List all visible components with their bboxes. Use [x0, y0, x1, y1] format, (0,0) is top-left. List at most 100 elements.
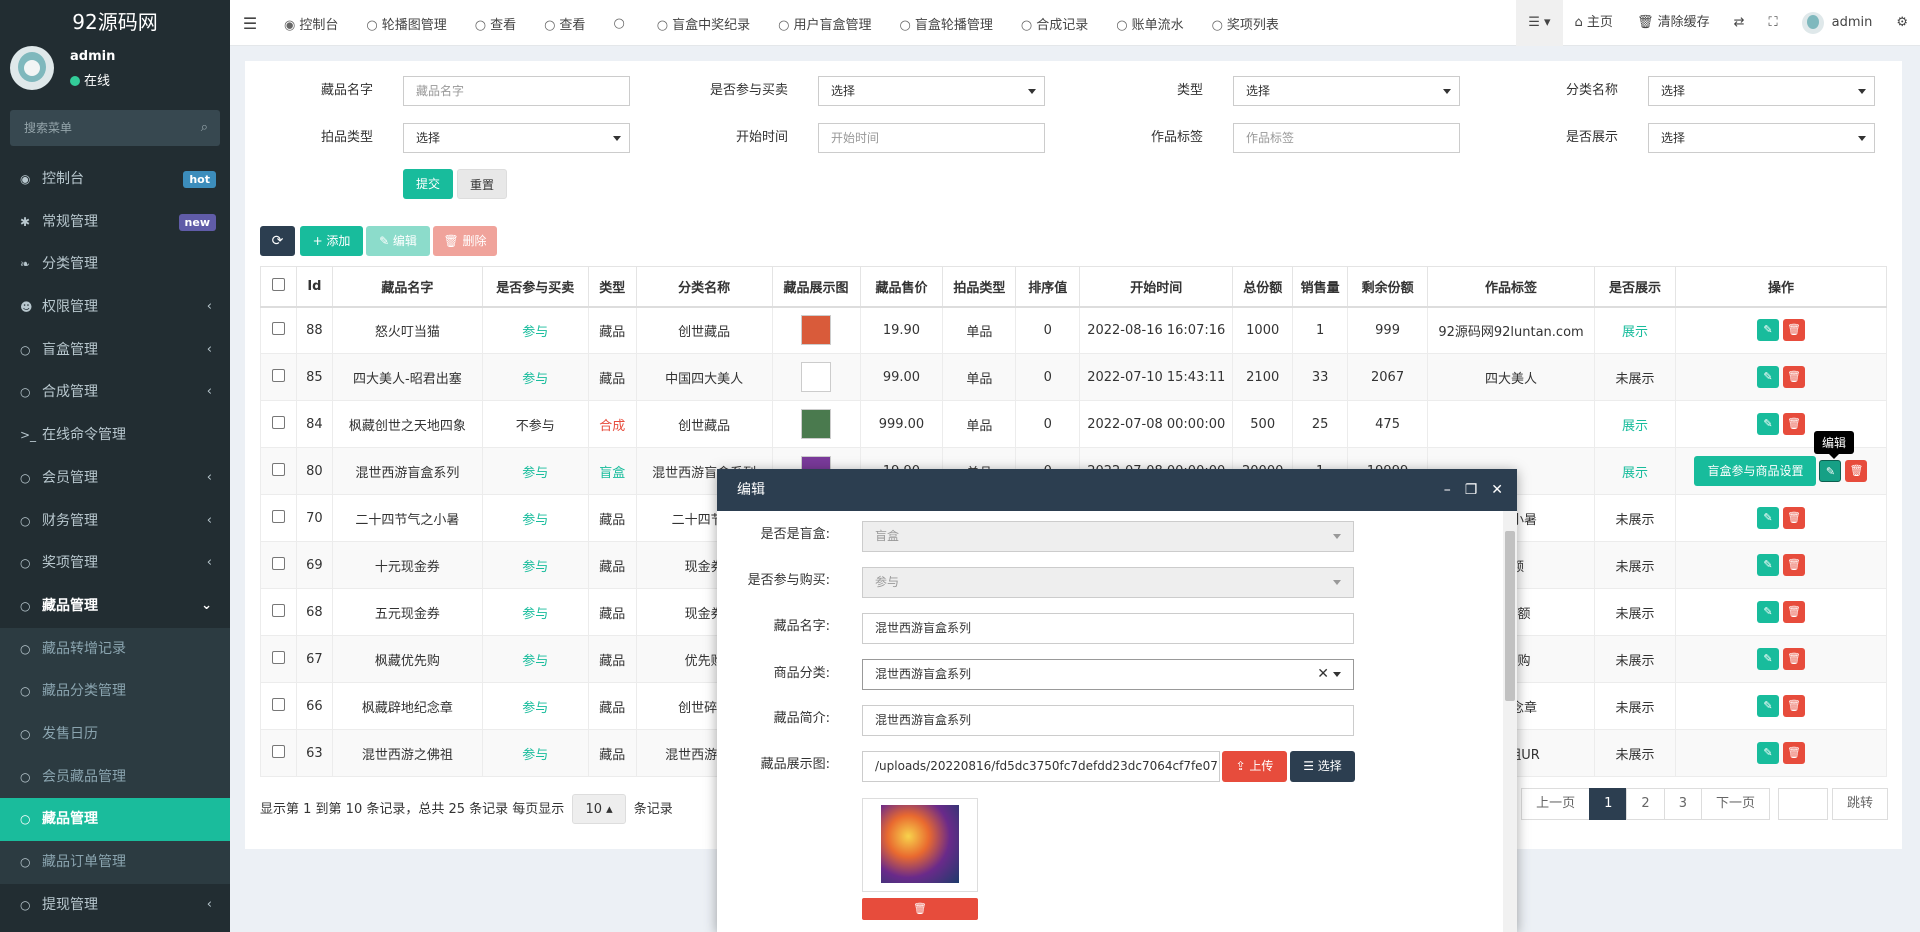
row-thumbnail[interactable]	[801, 315, 832, 346]
cell-show[interactable]: 未展示	[1593, 353, 1676, 401]
nav-tab[interactable]: ○ 合成记录	[1007, 14, 1102, 33]
sidebar-item[interactable]: ○ 发售日历	[0, 713, 230, 756]
modal-scrollbar[interactable]	[1503, 511, 1517, 932]
row-checkbox[interactable]	[271, 415, 285, 429]
trash-icon[interactable]: 🗑	[1782, 319, 1805, 342]
add-button[interactable]: + 添加	[300, 226, 363, 256]
table-row[interactable]: 88 怒火叮当猫 参与 藏品 创世藏品 19.90 单品 0 2022-08-16 16:07:…	[260, 306, 1888, 354]
trash-icon[interactable]: 🗑	[1782, 648, 1805, 670]
sidebar-item[interactable]: ○ 藏品转增记录	[0, 628, 230, 671]
nav-tab[interactable]: ○ 账单流水	[1102, 14, 1197, 33]
buy-select[interactable]: 参与	[862, 567, 1354, 598]
settings-icon[interactable]: ⚙	[1884, 0, 1920, 46]
row-checkbox[interactable]	[271, 697, 285, 711]
filter-buy-select[interactable]: 选择	[818, 76, 1045, 106]
row-thumbnail[interactable]	[801, 409, 832, 439]
col-sort[interactable]: 排序值	[1015, 266, 1081, 308]
col-tag[interactable]: 作品标签	[1427, 266, 1595, 308]
trash-icon[interactable]: 🗑	[1845, 460, 1868, 482]
admin-user-menu[interactable]: admin	[1790, 0, 1885, 46]
sidebar-item[interactable]: ○ 藏品管理	[0, 798, 230, 841]
pencil-icon[interactable]: ✎	[1756, 366, 1779, 388]
cell-buy[interactable]: 参与	[481, 729, 589, 777]
filter-show-select[interactable]: 选择	[1648, 123, 1875, 153]
col-total[interactable]: 总份额	[1232, 266, 1294, 308]
row-checkbox[interactable]	[271, 462, 285, 476]
next-page-button[interactable]: 下一页	[1700, 788, 1770, 820]
select-all-checkbox[interactable]	[271, 277, 285, 291]
cell-show[interactable]: 展示	[1593, 447, 1676, 495]
nav-tab[interactable]: ○	[599, 16, 642, 31]
menu-search-input[interactable]: 搜索菜单 ⌕	[10, 110, 220, 146]
trash-icon[interactable]: 🗑	[1782, 554, 1805, 576]
pencil-icon[interactable]: ✎	[1756, 648, 1779, 670]
home-link[interactable]: ⌂ 主页	[1563, 0, 1625, 46]
cell-buy[interactable]: 参与	[481, 447, 589, 495]
nav-tab[interactable]: ○ 盲盒轮播管理	[886, 14, 1007, 33]
cell-buy[interactable]: 参与	[481, 682, 589, 730]
edit-button[interactable]: ✎ 编辑	[366, 226, 430, 256]
cell-buy[interactable]: 参与	[481, 635, 589, 683]
col-category[interactable]: 分类名称	[635, 266, 773, 308]
row-checkbox[interactable]	[271, 368, 285, 382]
app-logo[interactable]: 92源码网	[0, 0, 230, 46]
cell-show[interactable]: 未展示	[1593, 635, 1676, 683]
sidebar-item[interactable]: ○ 奖项管理 ‹	[0, 542, 230, 585]
col-price[interactable]: 藏品售价	[859, 266, 944, 308]
col-id[interactable]: Id	[295, 266, 333, 308]
nav-tab[interactable]: ○ 用户盲盒管理	[764, 14, 885, 33]
row-checkbox[interactable]	[271, 603, 285, 617]
row-checkbox[interactable]	[271, 509, 285, 523]
cell-show[interactable]: 未展示	[1593, 588, 1676, 636]
nav-tab[interactable]: ○ 查看	[461, 14, 530, 33]
cell-show[interactable]: 展示	[1593, 400, 1676, 448]
sidebar-item[interactable]: ○ 会员管理 ‹	[0, 457, 230, 500]
col-start[interactable]: 开始时间	[1079, 266, 1234, 308]
trash-icon[interactable]: 🗑	[1782, 366, 1805, 388]
trash-icon[interactable]: 🗑	[1782, 695, 1805, 717]
pencil-icon[interactable]: ✎	[1756, 601, 1779, 623]
table-row[interactable]: 85 四大美人-昭君出塞 参与 藏品 中国四大美人 99.00 单品 0 2022-07-10 …	[260, 353, 1888, 401]
reset-button[interactable]: 重置	[457, 169, 507, 199]
row-checkbox[interactable]	[271, 321, 285, 335]
minimize-icon[interactable]: –	[1444, 469, 1451, 511]
cell-show[interactable]: 未展示	[1593, 541, 1676, 589]
menu-toggle-icon[interactable]: ☰	[230, 14, 270, 33]
pencil-icon[interactable]: ✎	[1756, 742, 1779, 764]
trash-icon[interactable]: 🗑	[1782, 507, 1805, 529]
col-image[interactable]: 藏品展示图	[771, 266, 861, 308]
col-show[interactable]: 是否展示	[1593, 266, 1676, 308]
cell-show[interactable]: 展示	[1593, 306, 1676, 354]
upload-button[interactable]: ⇪ 上传	[1222, 751, 1287, 782]
pencil-icon[interactable]: ✎	[1756, 554, 1779, 576]
clear-cache-button[interactable]: 🗑 清除缓存	[1625, 0, 1722, 46]
nav-tab[interactable]: ○ 奖项列表	[1198, 14, 1293, 33]
row-thumbnail[interactable]	[801, 362, 832, 392]
col-left[interactable]: 剩余份额	[1347, 266, 1429, 308]
pencil-icon[interactable]: ✎	[1756, 319, 1779, 342]
search-icon[interactable]: ⌕	[201, 110, 208, 146]
delete-image-button[interactable]: 🗑	[862, 898, 978, 920]
sidebar-item[interactable]: ○ 合成管理 ‹	[0, 371, 230, 414]
cell-buy[interactable]: 参与	[481, 588, 589, 636]
filter-name-input[interactable]: 藏品名字	[403, 76, 630, 106]
filter-tag-input[interactable]: 作品标签	[1233, 123, 1460, 153]
intro-input[interactable]: 混世西游盲盒系列	[862, 705, 1354, 736]
jump-page-input[interactable]	[1777, 788, 1828, 820]
sidebar-item[interactable]: ○ 财务管理 ‹	[0, 500, 230, 543]
nav-tab[interactable]: ○ 查看	[530, 14, 599, 33]
scrollbar-thumb[interactable]	[1505, 531, 1515, 701]
cell-buy[interactable]: 参与	[481, 541, 589, 589]
jump-button[interactable]: 跳转	[1831, 788, 1888, 820]
pencil-icon[interactable]: ✎	[1756, 507, 1779, 529]
filter-cat-select[interactable]: 选择	[1648, 76, 1875, 106]
sidebar-item[interactable]: ○ 藏品订单管理	[0, 841, 230, 884]
sidebar-item[interactable]: ✱ 常规管理 new	[0, 201, 230, 244]
trash-icon[interactable]: 🗑	[1782, 601, 1805, 623]
blindbox-settings-button[interactable]: 盲盒参与商品设置	[1694, 456, 1817, 486]
page-1-button[interactable]: 1	[1589, 788, 1628, 820]
table-row[interactable]: 84 枫藏创世之天地四象 不参与 合成 创世藏品 999.00 单品 0 2022-07-08 …	[260, 400, 1888, 448]
pencil-icon[interactable]: ✎	[1756, 695, 1779, 717]
image-path-input[interactable]: /uploads/20220816/fd5dc3750fc7defdd23dc7…	[862, 751, 1220, 782]
maximize-icon[interactable]: ❐	[1465, 469, 1478, 511]
